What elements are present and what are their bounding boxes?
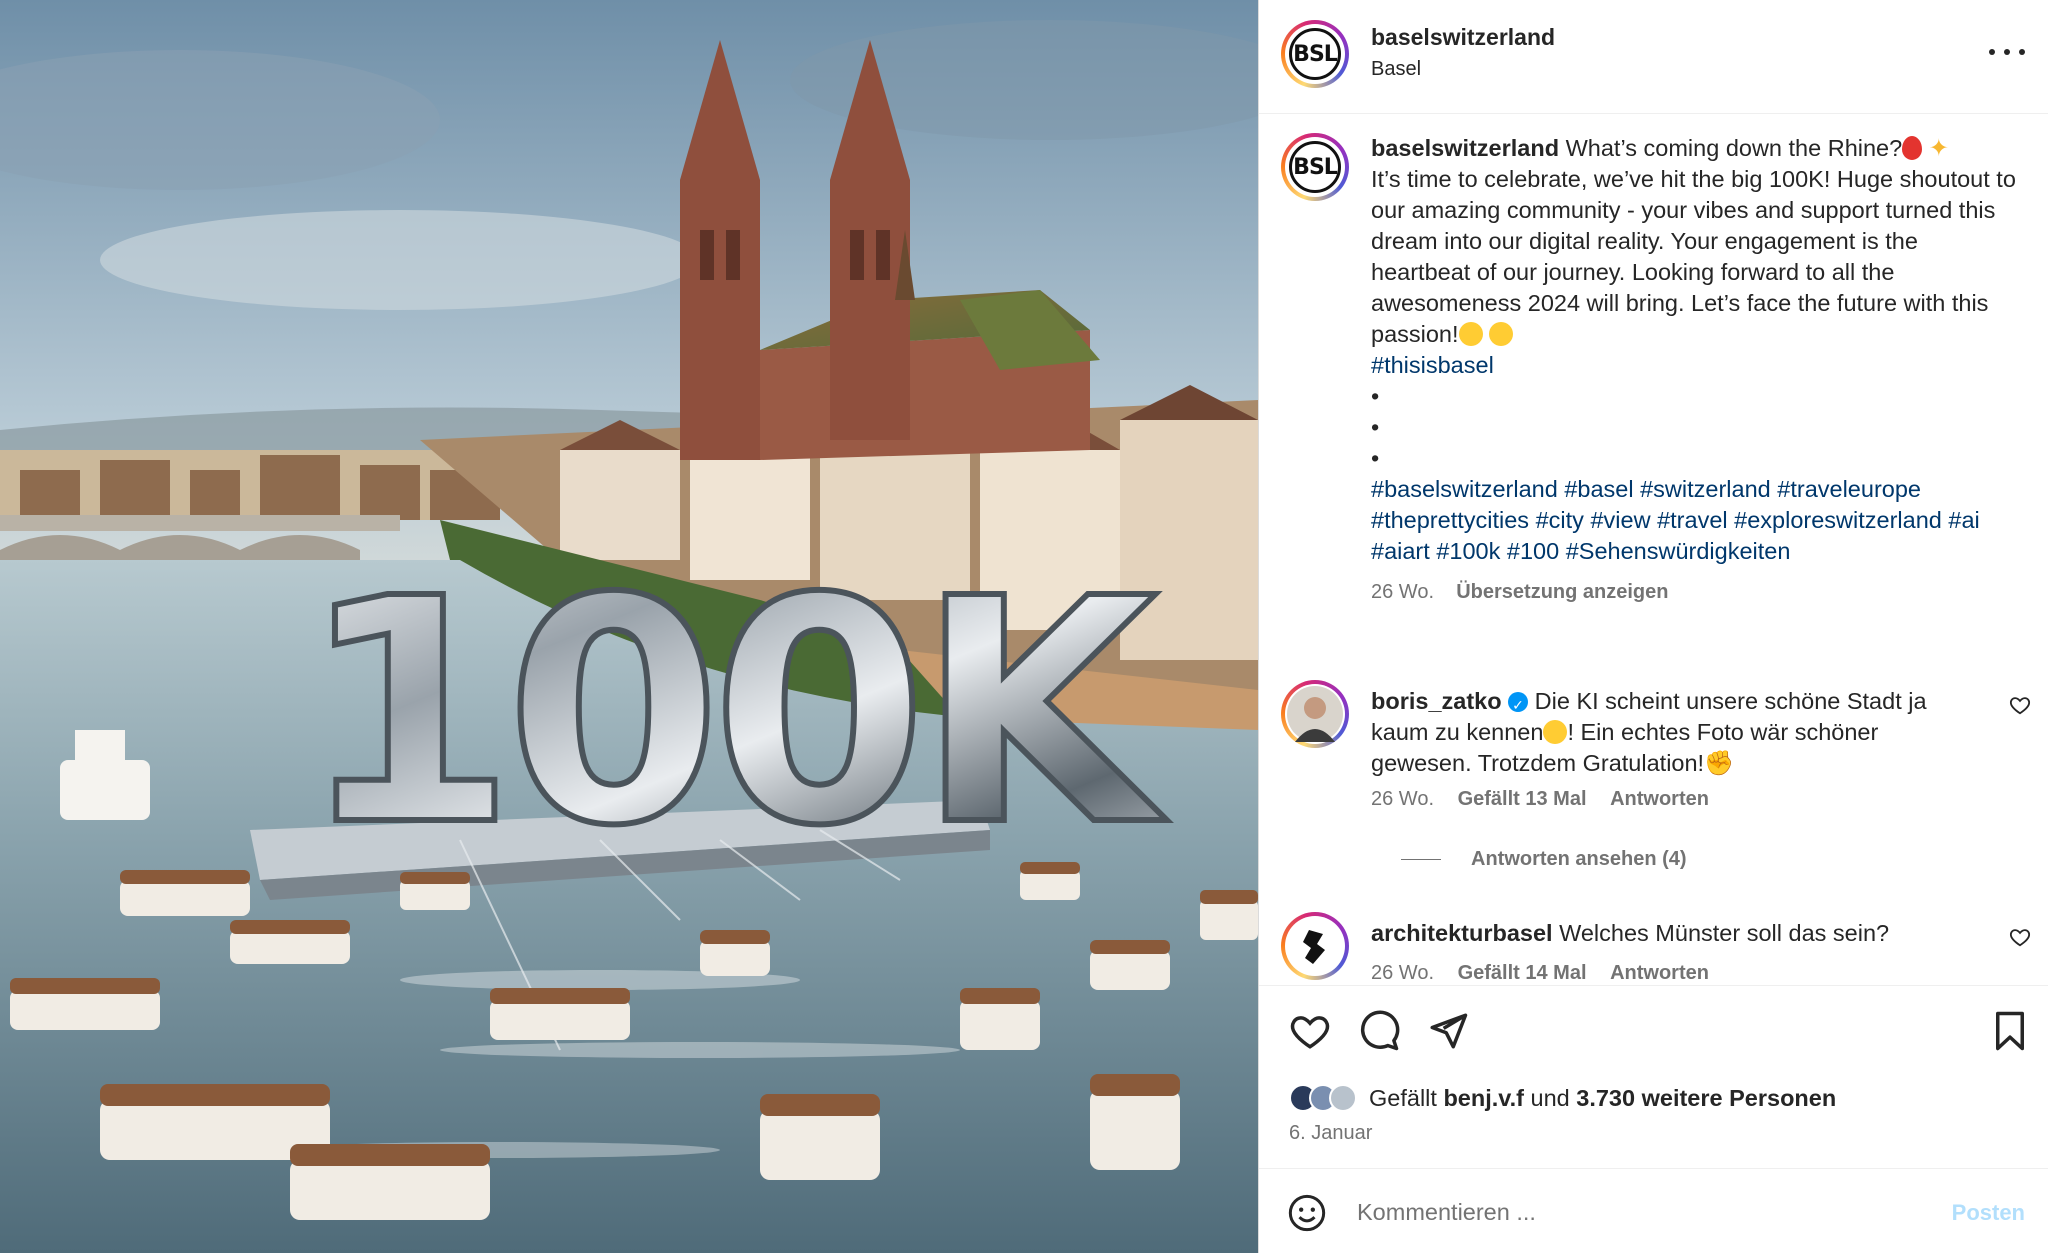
caption-dot: • bbox=[1371, 445, 1380, 471]
comment-username[interactable]: architekturbasel bbox=[1371, 920, 1553, 946]
hashtag-link[interactable]: #aiart bbox=[1371, 538, 1430, 564]
caption-text: baselswitzerland What’s coming down the … bbox=[1371, 133, 2021, 608]
hashtag-link[interactable]: #baselswitzerland bbox=[1371, 476, 1558, 502]
comment-meta: 26 Wo. Gefällt 14 Mal Antworten bbox=[1371, 962, 1727, 985]
post-date[interactable]: 6. Januar bbox=[1289, 1122, 1372, 1145]
bookmark-icon[interactable] bbox=[1989, 1010, 2031, 1052]
post-header: BSL baselswitzerland Basel bbox=[1259, 0, 2048, 114]
caption-body: It’s time to celebrate, we’ve hit the bi… bbox=[1371, 166, 2016, 347]
bsl-logo: BSL bbox=[1289, 141, 1341, 193]
view-replies-label: Antworten ansehen (4) bbox=[1471, 848, 1687, 870]
hashtag-link[interactable]: #exploreswitzerland bbox=[1734, 507, 1942, 533]
comment-input[interactable] bbox=[1357, 1191, 1917, 1233]
commenter-avatar[interactable] bbox=[1281, 680, 1349, 748]
caption-author-avatar[interactable]: BSL bbox=[1281, 133, 1349, 201]
comment-likes-count[interactable]: Gefällt 14 Mal bbox=[1458, 962, 1587, 984]
post-image[interactable]: 100K bbox=[0, 0, 1258, 1253]
share-icon[interactable] bbox=[1427, 1010, 1469, 1052]
post-actions: Gefällt benj.v.f und 3.730 weitere Perso… bbox=[1259, 985, 2048, 1168]
hashtag-link[interactable]: #ai bbox=[1948, 507, 1979, 533]
hashtag-link[interactable]: #switzerland bbox=[1640, 476, 1771, 502]
view-replies-button[interactable]: Antworten ansehen (4) bbox=[1401, 848, 1687, 871]
comment-like-icon[interactable] bbox=[2009, 694, 2031, 716]
comment-icon[interactable] bbox=[1358, 1010, 1400, 1052]
likes-text: Gefällt benj.v.f und 3.730 weitere Perso… bbox=[1369, 1084, 1837, 1111]
caption-dot: • bbox=[1371, 383, 1380, 409]
liker-username[interactable]: benj.v.f bbox=[1443, 1085, 1524, 1111]
more-icon bbox=[1989, 49, 1995, 55]
comments-scroll-area[interactable]: BSL baselswitzerland What’s coming down … bbox=[1259, 115, 2048, 985]
caption-meta: 26 Wo. Übersetzung anzeigen bbox=[1371, 577, 2021, 608]
comment-text: boris_zatko Die KI scheint unsere schöne… bbox=[1371, 686, 1971, 779]
post-author-username[interactable]: baselswitzerland bbox=[1371, 24, 1555, 51]
emoji-icon[interactable] bbox=[1287, 1193, 1327, 1233]
sparkle-emoji-icon: ✦ bbox=[1928, 135, 1949, 162]
hashtag-link[interactable]: #theprettycities bbox=[1371, 507, 1529, 533]
hashtag-link[interactable]: #city bbox=[1536, 507, 1584, 533]
balloon-text-100k: 100K bbox=[300, 533, 1169, 894]
caption-dot: • bbox=[1371, 414, 1380, 440]
person-avatar-icon bbox=[1287, 686, 1343, 742]
post-location[interactable]: Basel bbox=[1371, 58, 1421, 81]
hashtag-link[interactable]: #thisisbasel bbox=[1371, 352, 1494, 378]
likes-summary: Gefällt benj.v.f und 3.730 weitere Perso… bbox=[1289, 1084, 1836, 1112]
comment-reply-button[interactable]: Antworten bbox=[1610, 788, 1709, 810]
likes-others-link[interactable]: 3.730 weitere Personen bbox=[1576, 1085, 1836, 1111]
more-options-button[interactable] bbox=[1989, 42, 2025, 62]
hashtag-link[interactable]: #basel bbox=[1564, 476, 1633, 502]
hashtag-link[interactable]: #travel bbox=[1657, 507, 1728, 533]
post-author-avatar[interactable]: BSL bbox=[1281, 20, 1349, 88]
hashtag-link[interactable]: #100 bbox=[1507, 538, 1559, 564]
liker-avatar bbox=[1329, 1084, 1357, 1112]
comment-reply-button[interactable]: Antworten bbox=[1610, 962, 1709, 984]
bsl-logo: BSL bbox=[1289, 28, 1341, 80]
comment-composer: Posten bbox=[1259, 1168, 2048, 1253]
post-image-illustration: 100K bbox=[0, 0, 1258, 1253]
post-sidebar: BSL baselswitzerland Basel BSL baselswit… bbox=[1258, 0, 2048, 1253]
flexed-biceps-emoji-icon: ✊ bbox=[1704, 750, 1734, 777]
caption-line-1: What’s coming down the Rhine? bbox=[1565, 135, 1903, 161]
hashtag-link[interactable]: #view bbox=[1590, 507, 1650, 533]
comment-text: architekturbasel Welches Münster soll da… bbox=[1371, 918, 1971, 949]
architekturbasel-logo-icon bbox=[1287, 918, 1343, 974]
comment-meta: 26 Wo. Gefällt 13 Mal Antworten bbox=[1371, 788, 1727, 811]
commenter-avatar[interactable] bbox=[1281, 912, 1349, 980]
hashtag-link[interactable]: #Sehenswürdigkeiten bbox=[1566, 538, 1791, 564]
caption-age: 26 Wo. bbox=[1371, 581, 1434, 603]
comment-body-1: Welches Münster soll das sein? bbox=[1559, 920, 1890, 946]
comment-age: 26 Wo. bbox=[1371, 788, 1434, 810]
hashtag-link[interactable]: #traveleurope bbox=[1777, 476, 1921, 502]
comment-like-icon[interactable] bbox=[2009, 926, 2031, 948]
comment-username[interactable]: boris_zatko bbox=[1371, 688, 1502, 714]
verified-badge-icon bbox=[1508, 691, 1529, 722]
comment-age: 26 Wo. bbox=[1371, 962, 1434, 984]
laughing-emoji-icon bbox=[1543, 720, 1568, 744]
heart-icon[interactable] bbox=[1289, 1010, 1331, 1052]
post-comment-button[interactable]: Posten bbox=[1952, 1200, 2025, 1226]
caption-username[interactable]: baselswitzerland bbox=[1371, 135, 1559, 161]
translate-button[interactable]: Übersetzung anzeigen bbox=[1456, 581, 1668, 603]
heart-eyes-emoji-icon bbox=[1489, 322, 1514, 346]
comment-likes-count[interactable]: Gefällt 13 Mal bbox=[1458, 788, 1587, 810]
star-struck-emoji-icon bbox=[1458, 322, 1483, 346]
hashtag-link[interactable]: #100k bbox=[1436, 538, 1500, 564]
balloon-emoji-icon bbox=[1902, 136, 1923, 160]
